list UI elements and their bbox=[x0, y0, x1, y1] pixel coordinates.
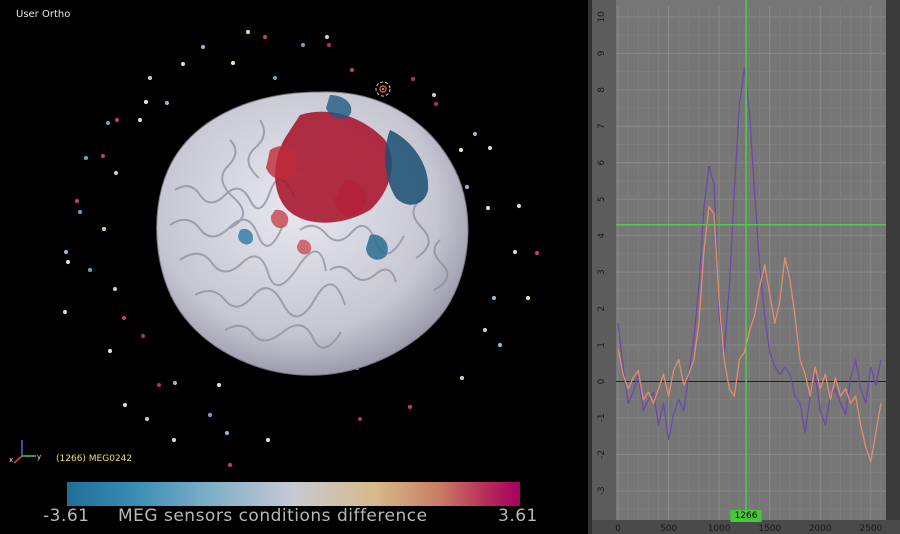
x-tick-label: 1500 bbox=[758, 524, 781, 534]
active-object-label: (1266) MEG0242 bbox=[56, 454, 133, 464]
y-tick-label: 3 bbox=[597, 269, 607, 275]
y-tick-label: 1 bbox=[597, 342, 607, 348]
y-tick-label: 5 bbox=[597, 196, 607, 202]
x-tick-label: 1000 bbox=[708, 524, 731, 534]
y-tick-label: -1 bbox=[597, 413, 607, 422]
y-tick-label: 2 bbox=[597, 306, 607, 312]
y-tick-label: -2 bbox=[597, 450, 607, 459]
x-tick-label: 2500 bbox=[859, 524, 882, 534]
y-tick-label: 7 bbox=[597, 123, 607, 129]
graph-editor[interactable]: -3 -2 -1 0 1 2 3 4 5 6 7 8 9 10 0 500 1000 1500 2000 2500 bbox=[592, 0, 900, 534]
y-tick-label: 0 bbox=[597, 378, 607, 384]
3d-cursor-icon[interactable] bbox=[375, 81, 391, 97]
graph-plot[interactable]: -3 -2 -1 0 1 2 3 4 5 6 7 8 9 10 0 500 1000 1500 2000 2500 bbox=[592, 0, 900, 534]
x-tick-label: 2000 bbox=[809, 524, 832, 534]
y-tick-label: 10 bbox=[597, 11, 607, 23]
3d-viewport[interactable]: User Ortho y x (1266) MEG0242 -3.61 MEG … bbox=[0, 0, 588, 534]
y-tick-label: 6 bbox=[597, 160, 607, 166]
y-tick-label: 9 bbox=[597, 50, 607, 56]
y-tick-label: -3 bbox=[597, 486, 607, 495]
y-tick-label: 4 bbox=[597, 233, 607, 239]
x-tick-label: 0 bbox=[615, 524, 621, 534]
colorbar bbox=[67, 482, 520, 506]
colorbar-min-label: -3.61 bbox=[43, 506, 90, 526]
graph-side-strip bbox=[886, 0, 900, 534]
x-axis-ruler bbox=[592, 520, 900, 534]
axis-y-label: y bbox=[37, 453, 41, 461]
x-tick-label: 500 bbox=[660, 524, 677, 534]
axis-x-label: x bbox=[9, 456, 13, 464]
y-tick-label: 8 bbox=[597, 87, 607, 93]
colorbar-title: MEG sensors conditions difference bbox=[118, 506, 428, 526]
colorbar-panel: -3.61 MEG sensors conditions difference … bbox=[0, 470, 588, 534]
axis-gizmo-icon: y x bbox=[9, 440, 41, 464]
colorbar-max-label: 3.61 bbox=[498, 506, 538, 526]
current-frame-badge[interactable]: 1266 bbox=[730, 510, 762, 522]
